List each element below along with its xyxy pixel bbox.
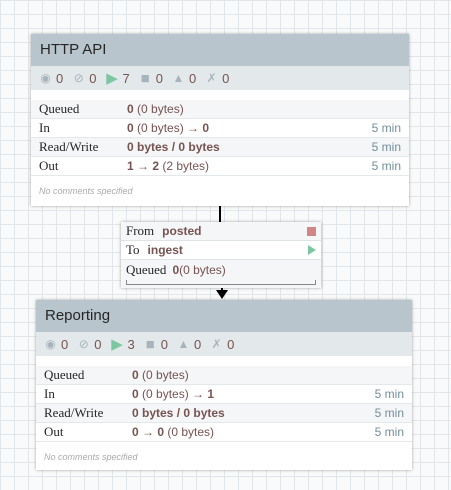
stats-row: In 0 (0 bytes) → 0 5 min bbox=[31, 119, 409, 138]
status-invalid: ▲ 0 bbox=[172, 71, 196, 86]
row-label: In bbox=[44, 386, 55, 401]
connection-label[interactable]: From posted To ingest Queued 0 (0 bytes) bbox=[121, 222, 321, 288]
row-detail: (0 bytes) → bbox=[133, 121, 203, 135]
status-count: 0 bbox=[160, 336, 168, 352]
from-name: posted bbox=[162, 224, 202, 238]
row-time: 5 min bbox=[374, 387, 404, 401]
disabled-icon: ✗ bbox=[206, 70, 217, 85]
row-detail: (2 bytes) bbox=[159, 159, 210, 173]
status-count: 0 bbox=[188, 70, 197, 86]
running-icon bbox=[308, 245, 316, 255]
status-running: ▶ 7 bbox=[105, 69, 130, 87]
from-label: From bbox=[126, 223, 155, 238]
row-detail: (0 bytes) bbox=[138, 368, 189, 382]
status-count: 0 bbox=[56, 70, 64, 86]
to-label: To bbox=[126, 242, 140, 257]
row-label: Read/Write bbox=[39, 139, 99, 154]
row-label: Queued bbox=[44, 367, 85, 382]
connection-arrow-icon bbox=[216, 290, 228, 299]
warning-icon: ▲ bbox=[172, 70, 185, 85]
running-icon: ▶ bbox=[111, 335, 123, 353]
row-value: 1 → 2 bbox=[127, 159, 160, 173]
warning-icon: ▲ bbox=[177, 336, 190, 351]
row-value: 0 bytes / 0 bytes bbox=[127, 140, 220, 154]
row-label: Queued bbox=[39, 101, 80, 116]
row-value: 0 → 0 bbox=[132, 425, 165, 439]
stopped-icon: ■ bbox=[140, 69, 150, 87]
row-detail: (0 bytes) → bbox=[138, 387, 208, 401]
comments: No comments specified bbox=[39, 186, 133, 196]
status-count: 0 bbox=[227, 336, 235, 352]
status-count: 0 bbox=[94, 336, 102, 352]
row-detail: (0 bytes) bbox=[164, 425, 215, 439]
group-title: HTTP API bbox=[31, 34, 409, 66]
stopped-icon bbox=[307, 226, 316, 236]
stats-row: In 0 (0 bytes) → 1 5 min bbox=[36, 385, 412, 404]
queued-count: 0 bbox=[172, 263, 180, 277]
stats-row: Queued 0 (0 bytes) bbox=[31, 100, 409, 119]
row-label: Out bbox=[39, 158, 59, 173]
status-count: 3 bbox=[127, 336, 135, 352]
transmitting-icon: ◉ bbox=[45, 336, 56, 351]
status-transmitting: ◉ 0 bbox=[44, 337, 68, 352]
status-bar: ◉ 0 ⊘ 0 ▶ 7 ■ 0 ▲ 0 ✗ 0 bbox=[31, 66, 409, 90]
status-invalid: ▲ 0 bbox=[177, 337, 201, 352]
row-value: 0 bytes / 0 bytes bbox=[132, 406, 225, 420]
status-not_transmitting: ⊘ 0 bbox=[72, 70, 97, 86]
group-title: Reporting bbox=[36, 300, 412, 332]
status-count: 0 bbox=[155, 70, 163, 86]
row-time: 5 min bbox=[371, 121, 401, 135]
status-disabled: ✗ 0 bbox=[205, 70, 230, 86]
stopped-icon: ■ bbox=[145, 335, 155, 353]
queue-progress-bar bbox=[126, 280, 316, 285]
row-value-out: 0 bbox=[202, 121, 210, 135]
row-label: Out bbox=[44, 424, 64, 439]
status-count: 0 bbox=[61, 336, 69, 352]
connection-line-top[interactable] bbox=[219, 206, 221, 222]
to-name: ingest bbox=[147, 243, 183, 257]
row-value: 0 bbox=[127, 102, 134, 116]
stats-row: Queued 0 (0 bytes) bbox=[36, 366, 412, 385]
row-label: In bbox=[39, 120, 50, 135]
status-stopped: ■ 0 bbox=[139, 71, 163, 86]
status-count: 0 bbox=[193, 336, 202, 352]
row-detail: (0 bytes) bbox=[133, 102, 184, 116]
row-label: Read/Write bbox=[44, 405, 104, 420]
row-value-out: 1 bbox=[207, 387, 215, 401]
not-transmitting-icon: ⊘ bbox=[73, 70, 84, 85]
status-disabled: ✗ 0 bbox=[210, 336, 235, 352]
not-transmitting-icon: ⊘ bbox=[78, 336, 89, 351]
status-count: 7 bbox=[122, 70, 130, 86]
queued-label: Queued bbox=[126, 262, 167, 277]
status-running: ▶ 3 bbox=[110, 335, 135, 353]
stats-row: Out 0 → 0 (0 bytes) 5 min bbox=[36, 423, 412, 442]
row-time: 5 min bbox=[371, 140, 401, 154]
status-not_transmitting: ⊘ 0 bbox=[77, 336, 102, 352]
row-time: 5 min bbox=[374, 406, 404, 420]
stats-row: Read/Write 0 bytes / 0 bytes 5 min bbox=[31, 138, 409, 157]
running-icon: ▶ bbox=[106, 69, 118, 87]
row-value: 0 bbox=[132, 387, 139, 401]
queued-size: (0 bytes) bbox=[179, 263, 226, 277]
row-value: 0 bbox=[127, 121, 134, 135]
row-time: 5 min bbox=[371, 159, 401, 173]
status-bar: ◉ 0 ⊘ 0 ▶ 3 ■ 0 ▲ 0 ✗ 0 bbox=[36, 332, 412, 356]
status-transmitting: ◉ 0 bbox=[39, 71, 63, 86]
stats-row: Out 1 → 2 (2 bytes) 5 min bbox=[31, 157, 409, 176]
process-group-http-api[interactable]: HTTP API ◉ 0 ⊘ 0 ▶ 7 ■ 0 ▲ 0 ✗ 0 Queued 0 (0 bytes) In 0… bbox=[31, 34, 409, 206]
disabled-icon: ✗ bbox=[211, 336, 222, 351]
status-count: 0 bbox=[89, 70, 97, 86]
transmitting-icon: ◉ bbox=[40, 70, 51, 85]
row-value: 0 bbox=[132, 368, 139, 382]
status-stopped: ■ 0 bbox=[144, 337, 168, 352]
comments: No comments specified bbox=[44, 452, 138, 462]
process-group-reporting[interactable]: Reporting ◉ 0 ⊘ 0 ▶ 3 ■ 0 ▲ 0 ✗ 0 Queued 0 (0 bytes) In… bbox=[36, 300, 412, 470]
row-time: 5 min bbox=[374, 425, 404, 439]
status-count: 0 bbox=[222, 70, 230, 86]
stats-row: Read/Write 0 bytes / 0 bytes 5 min bbox=[36, 404, 412, 423]
